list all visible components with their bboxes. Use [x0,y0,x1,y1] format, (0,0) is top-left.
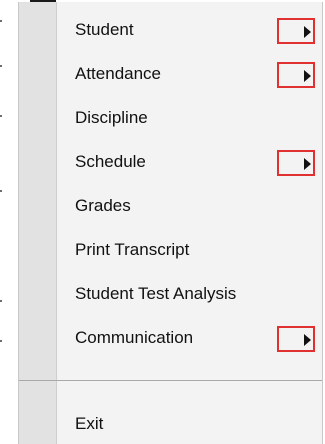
submenu-arrow-highlight [277,150,315,176]
triangle-right-icon [304,158,311,170]
triangle-right-icon [304,334,311,346]
triangle-right-icon [304,70,311,82]
edge-tick [0,340,2,342]
submenu-arrow-highlight [277,326,315,352]
menu-item-student[interactable]: Student [19,10,322,50]
menu-item-label: Student [75,20,134,39]
edge-tick [0,115,2,117]
triangle-right-icon [304,26,311,38]
menu-item-discipline[interactable]: Discipline [19,98,322,138]
menu-item-label: Student Test Analysis [75,284,237,303]
menu-item-grades[interactable]: Grades [19,186,322,226]
context-menu: Student Attendance Discipline Schedule G… [18,2,323,444]
screenshot-canvas: Student Attendance Discipline Schedule G… [0,0,325,444]
menu-item-attendance[interactable]: Attendance [19,54,322,94]
menu-item-exit[interactable]: Exit [19,404,322,444]
menu-item-label: Communication [75,328,194,347]
menu-item-label: Exit [75,414,104,433]
submenu-arrow-highlight [277,18,315,44]
menu-item-label: Discipline [75,108,148,127]
menu-item-student-test-analysis[interactable]: Student Test Analysis [19,274,322,314]
menu-separator [19,380,322,381]
edge-tick [0,65,2,67]
submenu-arrow-highlight [277,62,315,88]
menu-item-communication[interactable]: Communication [19,318,322,358]
edge-tick [0,300,2,302]
menu-item-print-transcript[interactable]: Print Transcript [19,230,322,270]
menu-item-label: Grades [75,196,131,215]
menu-item-label: Attendance [75,64,162,83]
menu-item-schedule[interactable]: Schedule [19,142,322,182]
edge-tick [0,190,2,192]
menu-item-label: Print Transcript [75,240,190,259]
menu-item-label: Schedule [75,152,146,171]
edge-tick [0,20,2,22]
